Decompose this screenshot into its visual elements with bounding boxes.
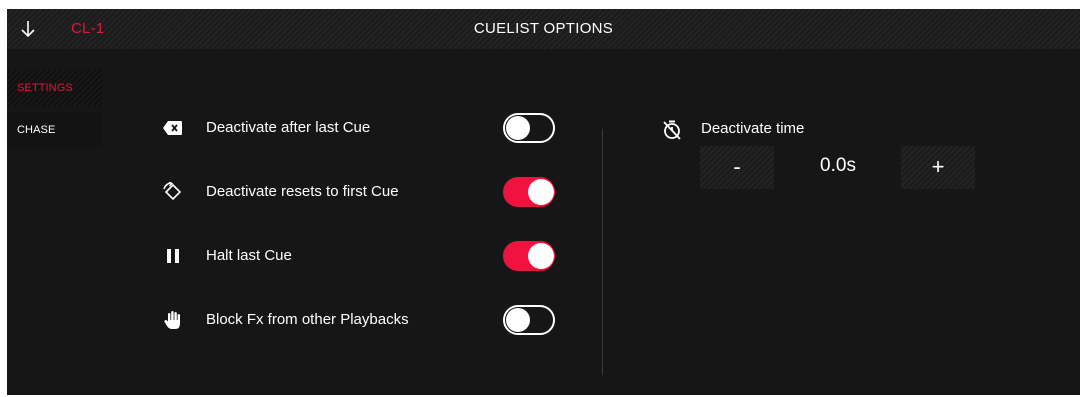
clear-tag-icon xyxy=(162,118,184,138)
option-deactivate-after-last-cue: Deactivate after last Cue xyxy=(162,113,562,143)
deactivate-time-label: Deactivate time xyxy=(701,120,805,137)
decrement-button[interactable]: - xyxy=(700,146,774,189)
toggle-knob xyxy=(528,179,554,205)
column-divider xyxy=(602,129,603,375)
page-title: CUELIST OPTIONS xyxy=(473,20,614,37)
tab-settings[interactable]: SETTINGS xyxy=(7,70,102,106)
option-label: Block Fx from other Playbacks xyxy=(206,311,409,328)
timer-off-icon xyxy=(663,120,681,140)
deactivate-resets-toggle[interactable] xyxy=(503,177,555,207)
option-label: Halt last Cue xyxy=(206,247,292,264)
toggle-knob xyxy=(506,116,530,140)
reset-rotate-icon xyxy=(162,182,184,202)
toggle-knob xyxy=(506,308,530,332)
toggle-knob xyxy=(528,243,554,269)
pause-icon xyxy=(162,246,184,266)
block-fx-toggle[interactable] xyxy=(503,305,555,335)
cuelist-options-window: CL-1 CUELIST OPTIONS SETTINGS CHASE Deac… xyxy=(7,9,1080,395)
deactivate-after-last-cue-toggle[interactable] xyxy=(503,113,555,143)
option-label: Deactivate after last Cue xyxy=(206,119,371,136)
increment-button[interactable]: + xyxy=(901,146,975,189)
option-block-fx: Block Fx from other Playbacks xyxy=(162,305,562,335)
option-label: Deactivate resets to first Cue xyxy=(206,183,399,200)
option-deactivate-resets: Deactivate resets to first Cue xyxy=(162,177,562,207)
tab-chase[interactable]: CHASE xyxy=(7,112,102,148)
halt-last-cue-toggle[interactable] xyxy=(503,241,555,271)
hand-icon xyxy=(162,310,184,330)
title-bar: CL-1 CUELIST OPTIONS xyxy=(7,9,1080,49)
deactivate-time-value[interactable]: 0.0s xyxy=(787,155,889,177)
option-halt-last-cue: Halt last Cue xyxy=(162,241,562,271)
